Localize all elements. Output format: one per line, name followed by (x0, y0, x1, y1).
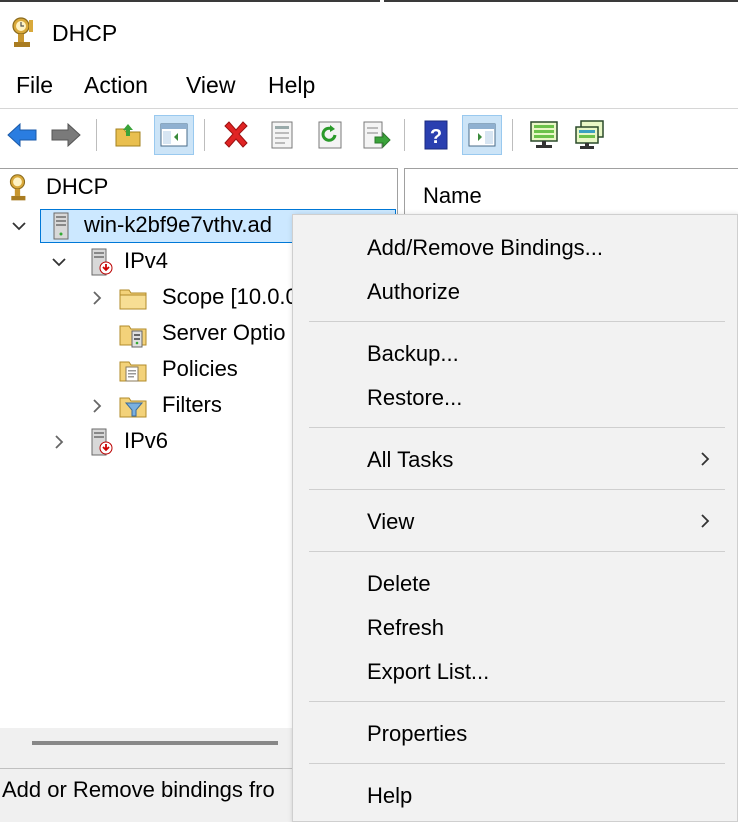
show-hide-tree-icon (160, 123, 188, 147)
menu-item-label: Delete (367, 571, 431, 596)
menu-help[interactable]: Help (266, 72, 317, 99)
toolbar-separator (204, 119, 205, 151)
policies-icon (119, 361, 147, 382)
toolbar-separator (404, 119, 405, 151)
tree-label: Policies (162, 356, 238, 381)
menu-item-export-list[interactable]: Export List... (293, 651, 738, 691)
menu-item-label: Help (367, 783, 413, 808)
window-title: DHCP (52, 20, 118, 46)
properties-icon (271, 121, 293, 149)
back-arrow-icon (7, 122, 37, 148)
title-bar: DHCP (0, 4, 738, 62)
context-menu: Add/Remove Bindings... Authorize Backup.… (292, 214, 738, 822)
monitor-network-icon (575, 120, 604, 149)
chevron-right-icon (701, 514, 710, 528)
delete-icon (224, 121, 248, 148)
menu-item-label: Properties (367, 721, 468, 746)
forward-arrow-icon (51, 122, 81, 148)
chevron-right-icon (55, 435, 64, 449)
menu-separator (309, 427, 725, 428)
export-list-icon (363, 121, 391, 149)
menu-file[interactable]: File (14, 72, 55, 99)
top-edge-left (0, 0, 380, 2)
refresh-button[interactable] (310, 115, 350, 155)
chevron-down-icon (52, 258, 66, 267)
tree-label: win-k2bf9e7vthv.ad (84, 212, 272, 237)
menu-separator (309, 701, 725, 702)
menu-item-properties[interactable]: Properties (293, 713, 738, 753)
toolbar-separator (512, 119, 513, 151)
menu-item-delete[interactable]: Delete (293, 563, 738, 603)
up-folder-icon (115, 124, 141, 147)
menu-item-refresh[interactable]: Refresh (293, 607, 738, 647)
tree-label: Scope [10.0.0 (162, 284, 298, 309)
menu-bar: File Action View Help (0, 64, 738, 108)
help-icon: ? (424, 120, 448, 150)
column-header-name[interactable]: Name (423, 183, 482, 209)
help-button[interactable]: ? (416, 115, 456, 155)
tree-label: Filters (162, 392, 222, 417)
server-options-icon (119, 325, 147, 348)
filter-icon (119, 397, 147, 418)
menu-item-view[interactable]: View (293, 501, 738, 541)
top-edge-right (384, 0, 738, 2)
menu-item-restore[interactable]: Restore... (293, 377, 738, 417)
back-button[interactable] (2, 115, 42, 155)
menu-separator (309, 321, 725, 322)
show-hide-action-pane-button[interactable] (462, 115, 502, 155)
properties-button[interactable] (262, 115, 302, 155)
menu-separator (309, 551, 725, 552)
refresh-icon (318, 121, 342, 149)
chevron-down-icon (12, 222, 26, 231)
menu-separator (309, 489, 725, 490)
menu-item-label: Export List... (367, 659, 490, 684)
menu-item-add-remove-bindings[interactable]: Add/Remove Bindings... (293, 227, 738, 267)
chevron-right-icon (701, 452, 710, 466)
tree-label: DHCP (46, 174, 109, 199)
menu-item-label: Refresh (367, 615, 445, 640)
menu-item-label: Authorize (367, 279, 460, 304)
tree-label: IPv4 (124, 248, 169, 273)
menu-item-backup[interactable]: Backup... (293, 333, 738, 373)
menu-separator (309, 763, 725, 764)
menu-item-label: Add/Remove Bindings... (367, 235, 604, 260)
tree-label: IPv6 (124, 428, 169, 453)
folder-icon (119, 289, 147, 310)
menu-action[interactable]: Action (82, 72, 150, 99)
chevron-right-icon (93, 399, 102, 413)
show-action-pane-icon (468, 123, 496, 147)
menu-item-help[interactable]: Help (293, 775, 738, 815)
dhcp-trophy-icon (9, 174, 26, 201)
ipv4-server-icon (91, 248, 113, 276)
monitor-button[interactable] (524, 115, 564, 155)
delete-button[interactable] (216, 115, 256, 155)
menu-item-label: View (367, 509, 415, 534)
server-icon (53, 212, 69, 240)
svg-text:?: ? (430, 126, 442, 148)
ipv6-server-icon (91, 428, 113, 456)
menu-item-all-tasks[interactable]: All Tasks (293, 439, 738, 479)
menu-item-label: Backup... (367, 341, 459, 366)
up-one-level-button[interactable] (108, 115, 148, 155)
tree-node-dhcp[interactable]: DHCP (0, 171, 390, 205)
chevron-right-icon (93, 291, 102, 305)
dhcp-trophy-icon (12, 17, 33, 47)
menu-item-label: Restore... (367, 385, 463, 410)
tree-label: Server Optio (162, 320, 286, 345)
network-monitor-button[interactable] (570, 115, 610, 155)
export-list-button[interactable] (356, 115, 396, 155)
menu-item-label: All Tasks (367, 447, 454, 472)
forward-button[interactable] (46, 115, 86, 155)
menu-item-authorize[interactable]: Authorize (293, 271, 738, 311)
status-text: Add or Remove bindings fro (2, 777, 275, 802)
menu-view[interactable]: View (184, 72, 237, 99)
show-hide-console-tree-button[interactable] (154, 115, 194, 155)
monitor-green-icon (530, 121, 558, 148)
toolbar: ? (0, 108, 738, 160)
scrollbar-thumb[interactable] (32, 741, 278, 745)
toolbar-separator (96, 119, 97, 151)
